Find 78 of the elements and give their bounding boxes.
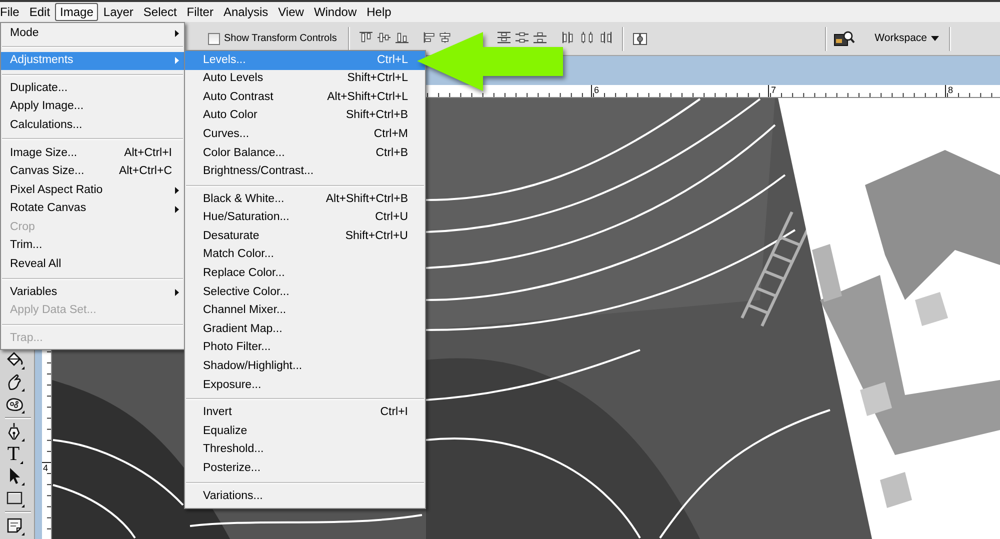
- menu-bar-item[interactable]: Help: [362, 3, 396, 21]
- menu-item[interactable]: Pixel Aspect Ratio: [1, 181, 184, 200]
- ruler-number: 6: [594, 85, 600, 95]
- menu-bar-item[interactable]: Window: [308, 3, 362, 21]
- menu-item[interactable]: Trim...: [1, 236, 184, 256]
- ruler-number: 8: [948, 85, 954, 95]
- align-left-icon[interactable]: [423, 31, 437, 44]
- workspace-menu-button[interactable]: Workspace: [874, 28, 939, 48]
- menu-item[interactable]: Auto Levels Shift+Ctrl+L: [185, 70, 425, 88]
- keyboard-shortcut: Ctrl+M: [374, 128, 408, 140]
- menu-item[interactable]: Equalize: [185, 422, 425, 441]
- menu-item[interactable]: Hue/Saturation... Ctrl+U: [185, 208, 425, 228]
- menu-item[interactable]: Curves... Ctrl+M: [185, 125, 425, 144]
- distribute-middle-icon[interactable]: [514, 31, 530, 44]
- menu-item[interactable]: Variations...: [185, 487, 425, 506]
- menu-item[interactable]: Exposure...: [185, 376, 425, 395]
- keyboard-shortcut: Alt+Ctrl+I: [124, 148, 172, 160]
- menu-item[interactable]: Threshold...: [185, 440, 425, 460]
- menu-bar-item[interactable]: View: [273, 3, 309, 21]
- menu-item[interactable]: Color Balance... Ctrl+B: [185, 144, 425, 163]
- menu-bar-item[interactable]: Filter: [182, 3, 218, 21]
- menu-item[interactable]: Invert Ctrl+I: [185, 404, 425, 422]
- distribute-bottom-icon[interactable]: [532, 31, 548, 44]
- menu-item[interactable]: Calculations...: [1, 116, 184, 135]
- keyboard-shortcut: Ctrl+U: [375, 212, 408, 224]
- menu-item[interactable]: Image Size... Alt+Ctrl+I: [1, 144, 184, 163]
- keyboard-shortcut: Ctrl+L: [377, 54, 408, 66]
- menu-bar-item[interactable]: Layer: [98, 3, 138, 21]
- align-center-icon[interactable]: [438, 31, 452, 44]
- align-middle-icon[interactable]: [376, 31, 392, 44]
- menu-item[interactable]: Auto Contrast Alt+Shift+Ctrl+L: [185, 88, 425, 107]
- menu-item[interactable]: Posterize...: [185, 459, 425, 478]
- menu-item[interactable]: Variables: [1, 283, 184, 302]
- checkbox-label: Show Transform Controls: [224, 32, 337, 46]
- align-bottom-icon[interactable]: [394, 31, 410, 44]
- distribute-top-icon[interactable]: [496, 31, 512, 44]
- keyboard-shortcut: Alt+Shift+Ctrl+L: [327, 92, 408, 104]
- menu-item[interactable]: Rotate Canvas: [1, 200, 184, 218]
- menu-item[interactable]: Channel Mixer...: [185, 302, 425, 320]
- checkbox[interactable]: [208, 32, 220, 44]
- keyboard-shortcut: Shift+Ctrl+U: [345, 230, 408, 242]
- menu-item[interactable]: Auto Color Shift+Ctrl+B: [185, 106, 425, 126]
- note-icon[interactable]: [5, 516, 25, 536]
- distribute-center-icon[interactable]: [579, 31, 595, 44]
- paint-bucket-icon[interactable]: [5, 350, 25, 370]
- menu-bar-item[interactable]: Select: [138, 3, 182, 21]
- menu-item[interactable]: Duplicate...: [1, 79, 184, 98]
- keyboard-shortcut: Alt+Ctrl+C: [118, 166, 172, 178]
- menu-bar-item[interactable]: Image: [55, 3, 98, 21]
- align-top-icon[interactable]: [358, 31, 374, 44]
- menu-item[interactable]: Brightness/Contrast...: [185, 162, 425, 182]
- menu-bar-item[interactable]: File: [0, 3, 24, 21]
- menu-item[interactable]: Desaturate Shift+Ctrl+U: [185, 227, 425, 246]
- menu-item[interactable]: Photo Filter...: [185, 338, 425, 358]
- keyboard-shortcut: Ctrl+I: [380, 407, 408, 419]
- menu-bar-item[interactable]: Edit: [24, 3, 56, 21]
- corner-triangle-icon: [20, 461, 23, 464]
- menu-item[interactable]: Shadow/Highlight...: [185, 358, 425, 376]
- menu-item[interactable]: Gradient Map...: [185, 320, 425, 339]
- menu-item[interactable]: Apply Image...: [1, 98, 184, 116]
- caret-icon: [931, 36, 939, 41]
- menu-item[interactable]: Match Color...: [185, 246, 425, 265]
- menu-item[interactable]: Selective Color...: [185, 283, 425, 302]
- menu-item[interactable]: Canvas Size... Alt+Ctrl+C: [1, 162, 184, 182]
- keyboard-shortcut: Ctrl+B: [376, 148, 408, 160]
- menu-item[interactable]: Black & White... Alt+Shift+Ctrl+B: [185, 190, 425, 209]
- menu-item[interactable]: Reveal All: [1, 256, 184, 274]
- menu-bar-item[interactable]: Analysis: [218, 3, 274, 21]
- keyboard-shortcut: Shift+Ctrl+L: [347, 73, 408, 85]
- menu-item[interactable]: Mode: [1, 24, 184, 43]
- keyboard-shortcut: Alt+Shift+Ctrl+B: [326, 194, 408, 206]
- ruler-number: 7: [771, 85, 776, 95]
- type-tool-button[interactable]: T: [5, 444, 25, 464]
- auto-align-icon[interactable]: [632, 32, 648, 46]
- folder-magnifier-icon[interactable]: [834, 30, 855, 47]
- menu-item[interactable]: Replace Color...: [185, 264, 425, 284]
- keyboard-shortcut: Shift+Ctrl+B: [346, 110, 408, 122]
- ruler-number: 4: [43, 463, 48, 473]
